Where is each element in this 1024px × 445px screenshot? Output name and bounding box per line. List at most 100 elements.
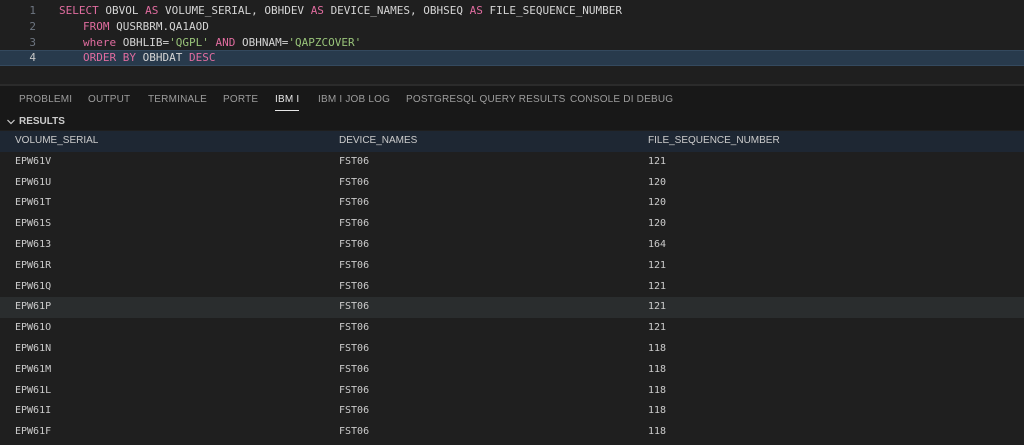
sql-keyword: AS: [469, 4, 490, 17]
table-cell: EPW61P: [15, 301, 52, 313]
table-cell: FST06: [339, 155, 370, 167]
table-row[interactable]: EPW61P FST06 121: [0, 297, 1024, 319]
sql-keyword: ORDER BY: [83, 51, 143, 64]
sql-string: 'QGPL': [169, 36, 209, 49]
sql-identifier: OBHNAM=: [241, 36, 289, 49]
results-section-header[interactable]: RESULTS: [0, 114, 1024, 130]
table-cell: 118: [648, 405, 667, 417]
sql-keyword: AND: [208, 36, 242, 49]
table-cell: FST06: [339, 218, 370, 230]
table-cell: EPW61O: [15, 322, 52, 334]
chevron-down-icon: [7, 119, 15, 125]
table-row[interactable]: EPW61L FST06 118: [0, 381, 1024, 402]
line-number: 1: [29, 4, 36, 17]
sql-string: 'QAPZCOVER': [288, 36, 362, 49]
sql-keyword: AS: [310, 4, 331, 17]
table-cell: 121: [648, 259, 667, 271]
table-cell: FST06: [339, 384, 370, 396]
sql-identifier: DEVICE_NAMES, OBHSEQ: [330, 4, 470, 17]
table-cell: FST06: [339, 197, 370, 209]
column-header-volume-serial[interactable]: VOLUME_SERIAL: [15, 131, 98, 152]
table-cell: 121: [648, 322, 667, 334]
table-cell: EPW613: [15, 238, 52, 250]
sql-editor[interactable]: 1 SELECT OBVOL AS VOLUME_SERIAL, OBHDEV A…: [0, 0, 1024, 70]
table-cell: EPW61U: [15, 176, 52, 188]
table-header-row: VOLUME_SERIAL DEVICE_NAMES FILE_SEQUENCE…: [0, 131, 1024, 152]
table-row[interactable]: EPW61F FST06 118: [0, 422, 1024, 443]
table-cell: FST06: [339, 259, 370, 271]
tab-ibm-i[interactable]: IBM I: [275, 86, 300, 114]
table-cell: FST06: [339, 405, 370, 417]
table-cell: 118: [648, 342, 667, 354]
code-line[interactable]: 2 FROM QUSRBRM.QA1AOD: [0, 19, 1024, 35]
sql-identifier: OBVOL: [105, 4, 146, 17]
table-row[interactable]: EPW61M FST06 118: [0, 360, 1024, 381]
table-cell: 120: [648, 218, 667, 230]
editor-footer-area: [0, 70, 1024, 85]
table-cell: EPW61L: [15, 384, 52, 396]
table-cell: 121: [648, 301, 667, 313]
tab-postgresql-query-results[interactable]: POSTGRESQL QUERY RESULTS: [406, 86, 565, 114]
table-cell: FST06: [339, 238, 370, 250]
table-cell: 118: [648, 426, 667, 438]
line-number: 2: [29, 20, 36, 33]
table-cell: EPW61N: [15, 342, 52, 354]
sql-keyword: DESC: [188, 51, 216, 64]
table-row[interactable]: EPW61R FST06 121: [0, 256, 1024, 277]
line-number: 4: [29, 51, 36, 64]
table-cell: FST06: [339, 426, 370, 438]
table-cell: FST06: [339, 280, 370, 292]
table-row[interactable]: EPW61U FST06 120: [0, 173, 1024, 194]
line-number: 3: [29, 36, 36, 49]
tab-console-di-debug[interactable]: CONSOLE DI DEBUG: [570, 86, 673, 114]
column-header-device-names[interactable]: DEVICE_NAMES: [339, 131, 417, 152]
code-text: SELECT OBVOL AS VOLUME_SERIAL, OBHDEV AS…: [59, 3, 622, 19]
tab-terminale[interactable]: TERMINALE: [148, 86, 207, 114]
table-cell: EPW61R: [15, 259, 52, 271]
tab-ibm-i-job-log[interactable]: IBM I JOB LOG: [318, 86, 390, 114]
table-row[interactable]: EPW61O FST06 121: [0, 318, 1024, 339]
sql-keyword: SELECT: [59, 4, 106, 17]
code-line[interactable]: 1 SELECT OBVOL AS VOLUME_SERIAL, OBHDEV A…: [0, 3, 1024, 19]
table-cell: 118: [648, 384, 667, 396]
table-cell: EPW61I: [15, 405, 52, 417]
table-cell: 164: [648, 238, 667, 250]
table-cell: FST06: [339, 342, 370, 354]
table-cell: EPW61Q: [15, 280, 52, 292]
table-row[interactable]: EPW61N FST06 118: [0, 339, 1024, 360]
results-table: VOLUME_SERIAL DEVICE_NAMES FILE_SEQUENCE…: [0, 131, 1024, 443]
table-cell: EPW61S: [15, 218, 52, 230]
code-text: where OBHLIB='QGPL' AND OBHNAM='QAPZCOVE…: [59, 35, 361, 51]
table-cell: FST06: [339, 363, 370, 375]
code-line[interactable]: 4 ORDER BY OBHDAT DESC: [0, 50, 1024, 66]
table-cell: EPW61M: [15, 363, 52, 375]
sql-keyword: FROM: [83, 20, 117, 33]
table-row[interactable]: EPW61Q FST06 121: [0, 277, 1024, 298]
table-row[interactable]: EPW61S FST06 120: [0, 214, 1024, 235]
table-row[interactable]: EPW613 FST06 164: [0, 235, 1024, 256]
tab-porte[interactable]: PORTE: [223, 86, 258, 114]
table-cell: EPW61V: [15, 155, 52, 167]
table-row[interactable]: EPW61T FST06 120: [0, 193, 1024, 214]
tab-problemi[interactable]: PROBLEMI: [19, 86, 72, 114]
table-row[interactable]: EPW61I FST06 118: [0, 401, 1024, 422]
table-cell: 120: [648, 197, 667, 209]
sql-identifier: QUSRBRM.QA1AOD: [116, 20, 209, 33]
table-cell: 120: [648, 176, 667, 188]
table-cell: EPW61F: [15, 426, 52, 438]
sql-identifier: OBHLIB=: [122, 36, 170, 49]
tab-output[interactable]: OUTPUT: [88, 86, 130, 114]
table-cell: FST06: [339, 301, 370, 313]
sql-identifier: OBHDAT: [142, 51, 189, 64]
table-cell: FST06: [339, 322, 370, 334]
column-header-file-sequence-number[interactable]: FILE_SEQUENCE_NUMBER: [648, 131, 780, 152]
code-line[interactable]: 3 where OBHLIB='QGPL' AND OBHNAM='QAPZCOV…: [0, 35, 1024, 51]
table-cell: FST06: [339, 176, 370, 188]
table-row[interactable]: EPW61V FST06 121: [0, 152, 1024, 173]
results-section-title: RESULTS: [19, 116, 65, 127]
table-cell: 118: [648, 363, 667, 375]
sql-identifier: FILE_SEQUENCE_NUMBER: [489, 4, 622, 17]
sql-keyword: AS: [145, 4, 165, 17]
sql-identifier: VOLUME_SERIAL, OBHDEV: [164, 4, 311, 17]
panel-tab-bar: PROBLEMI OUTPUT TERMINALE PORTE IBM I IBM I J…: [0, 85, 1024, 114]
